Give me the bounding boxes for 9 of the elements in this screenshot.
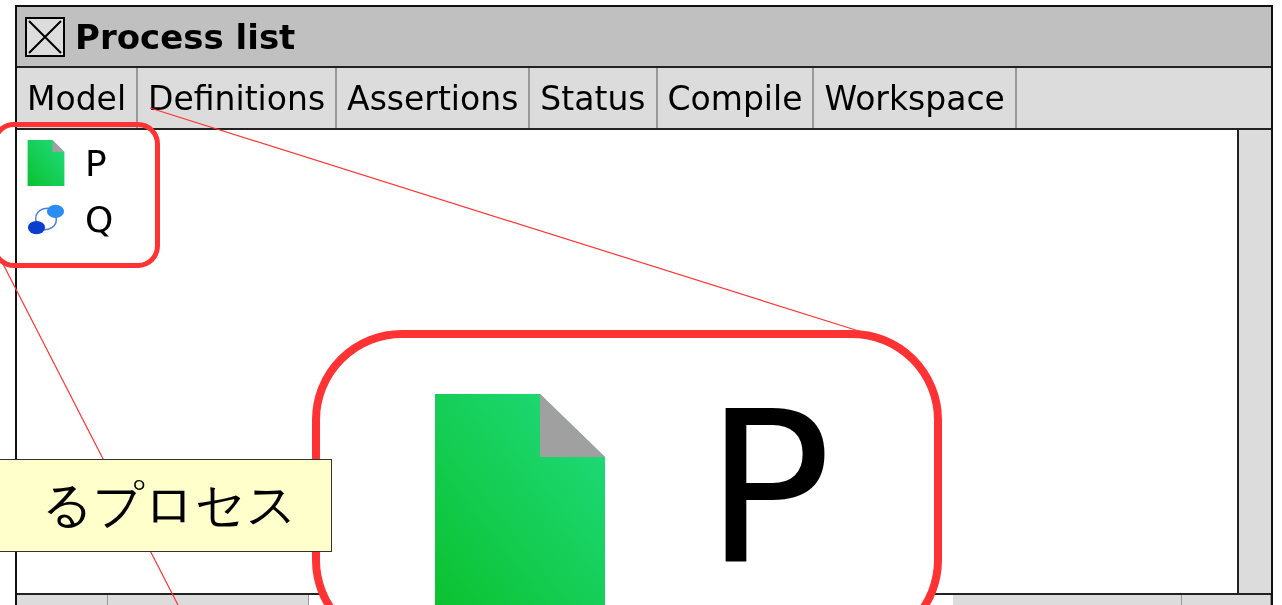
process-name: P bbox=[705, 390, 832, 590]
window-title: Process list bbox=[75, 16, 296, 57]
callout-label: るプロセス bbox=[0, 459, 332, 552]
process-name[interactable]: Q bbox=[85, 198, 114, 240]
document-icon bbox=[27, 140, 65, 186]
vertical-scrollbar[interactable] bbox=[1237, 130, 1271, 593]
close-icon[interactable] bbox=[25, 16, 65, 57]
document-icon bbox=[435, 394, 605, 605]
process-name[interactable]: P bbox=[85, 142, 107, 184]
